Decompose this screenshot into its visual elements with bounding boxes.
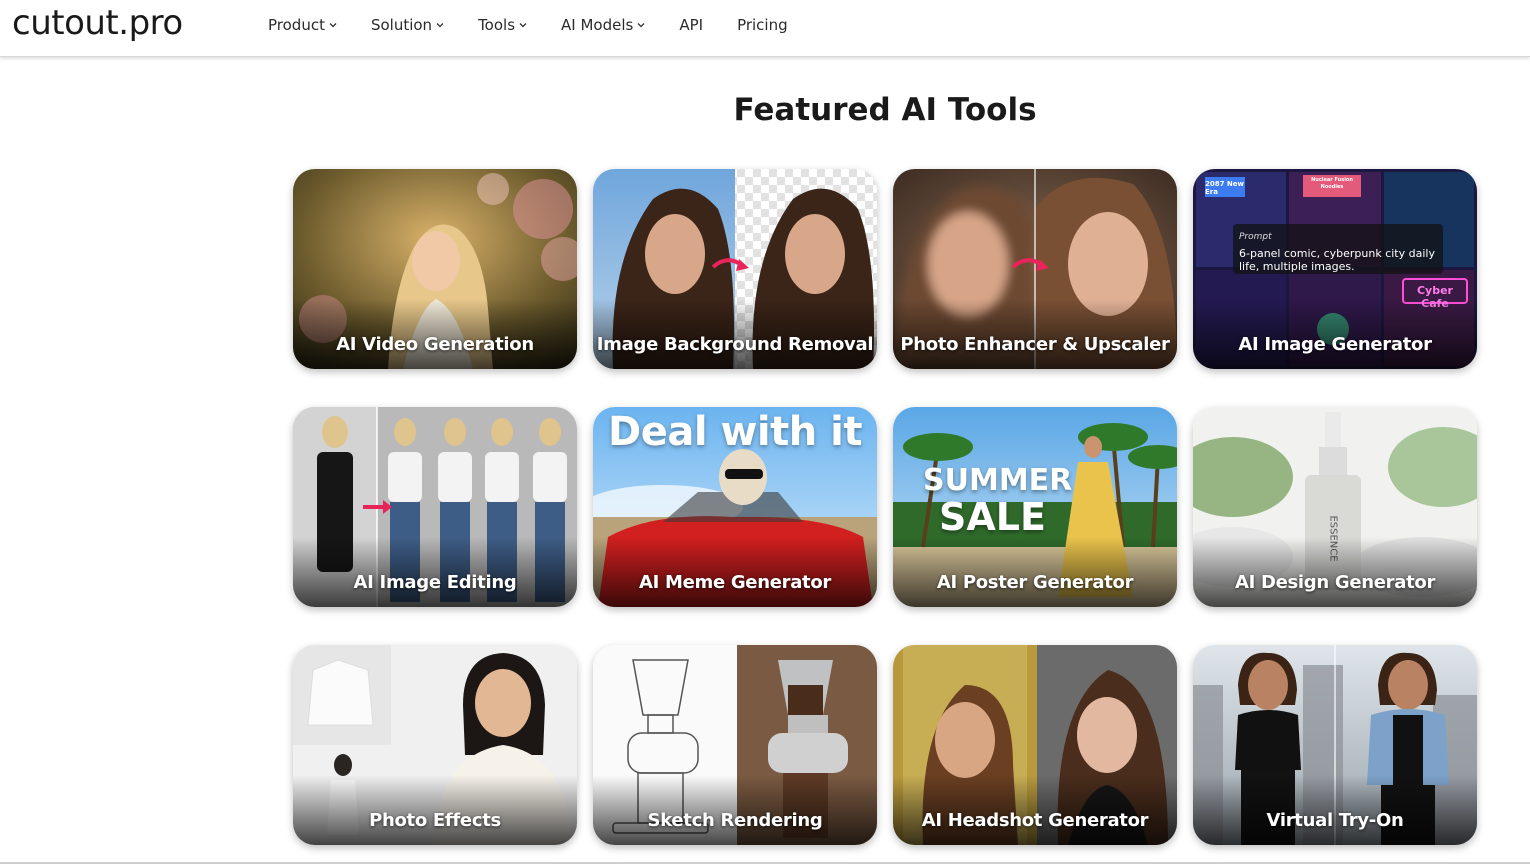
nav-tools-label: Tools [478, 16, 516, 34]
card-ai-image-editing[interactable]: AI Image Editing [293, 407, 577, 607]
card-label: Virtual Try-On [1266, 810, 1404, 831]
nav-product-label: Product [268, 16, 325, 34]
card-label: Image Background Removal [596, 334, 874, 355]
card-photo-effects[interactable]: Photo Effects [293, 645, 577, 845]
meme-headline: Deal with it [608, 409, 862, 455]
card-virtual-try-on[interactable]: Virtual Try-On [1193, 645, 1477, 845]
card-label: AI Image Editing [353, 572, 517, 593]
card-ai-headshot-generator[interactable]: AI Headshot Generator [893, 645, 1177, 845]
prompt-heading: Prompt [1239, 232, 1272, 242]
card-label: AI Headshot Generator [921, 810, 1149, 831]
nav-ai-models[interactable]: AI Models [561, 16, 645, 34]
nav-api-label: API [679, 16, 704, 34]
nav-api[interactable]: API [679, 16, 703, 34]
card-sketch-rendering[interactable]: Sketch Rendering [593, 645, 877, 845]
nav-solution-label: Solution [370, 16, 433, 34]
nav-pricing-label: Pricing [737, 16, 788, 34]
card-label: AI Meme Generator [638, 572, 832, 593]
card-label: Photo Enhancer & Upscaler [900, 334, 1170, 355]
nav-product[interactable]: Product [268, 16, 337, 34]
main-nav: Product Solution Tools AI Models API Pri… [268, 16, 822, 34]
nav-tools[interactable]: Tools [478, 16, 527, 34]
card-image-background-removal[interactable]: Image Background Removal [593, 169, 877, 369]
card-ai-poster-generator[interactable]: SUMMER SALE AI Poster Generator [893, 407, 1177, 607]
card-label: Sketch Rendering [647, 810, 823, 831]
card-ai-video-generation[interactable]: AI Video Generation [293, 169, 577, 369]
nav-solution[interactable]: Solution [371, 16, 444, 34]
card-label: AI Image Generator [1238, 334, 1432, 355]
card-ai-image-generator[interactable]: 2087 New Era Nuclear Fusion Noodles Cybe… [1193, 169, 1477, 369]
card-label: AI Poster Generator [936, 572, 1134, 593]
page-title: Featured AI Tools [733, 92, 1037, 128]
top-navigation-bar: cutout.pro Product Solution Tools AI Mod… [0, 0, 1530, 57]
chevron-down-icon [519, 23, 527, 28]
chevron-down-icon [436, 23, 444, 28]
card-label: Photo Effects [369, 810, 501, 831]
sign-2087-new-era: 2087 New Era [1205, 180, 1244, 196]
card-label: AI Video Generation [336, 334, 534, 355]
chevron-down-icon [637, 23, 645, 28]
poster-headline-2: SALE [939, 495, 1046, 539]
page-divider [0, 862, 1530, 864]
sign-nuclear-fusion-noodles: Nuclear Fusion Noodles [1311, 177, 1353, 190]
card-photo-enhancer-upscaler[interactable]: Photo Enhancer & Upscaler [893, 169, 1177, 369]
card-ai-meme-generator[interactable]: Deal with it AI Meme Generator [593, 407, 877, 607]
chevron-down-icon [329, 23, 337, 28]
nav-pricing[interactable]: Pricing [737, 16, 788, 34]
card-ai-design-generator[interactable]: ESSENCE AI Design Generator [1193, 407, 1477, 607]
poster-headline-1: SUMMER [923, 463, 1073, 498]
site-logo[interactable]: cutout.pro [12, 3, 183, 43]
card-label: AI Design Generator [1234, 572, 1436, 593]
nav-ai-models-label: AI Models [561, 16, 634, 34]
prompt-text: 6-panel comic, cyberpunk city daily life… [1239, 247, 1435, 273]
